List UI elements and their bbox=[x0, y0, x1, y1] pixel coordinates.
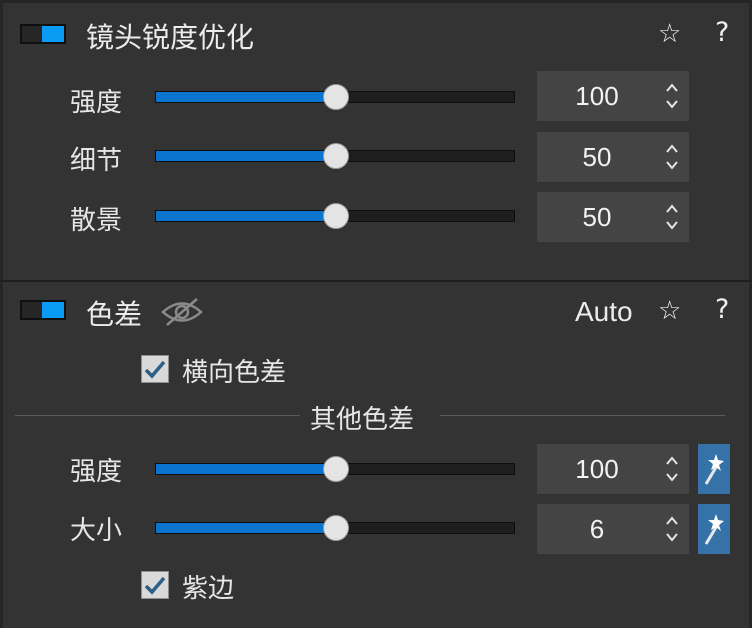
strength-spinbox[interactable]: 100 bbox=[537, 71, 689, 121]
lateral-ca-label: 横向色差 bbox=[182, 358, 287, 388]
strength-slider-thumb[interactable] bbox=[323, 84, 349, 110]
lens-sharpness-toggle[interactable] bbox=[20, 24, 66, 44]
favorite-star-icon[interactable]: ☆ bbox=[658, 298, 681, 324]
other-ca-header: 其他色差 bbox=[310, 405, 415, 435]
ca-size-slider-thumb[interactable] bbox=[323, 515, 349, 541]
help-icon[interactable]: ? bbox=[715, 19, 729, 46]
toggle-knob bbox=[42, 26, 64, 42]
panel-top-border bbox=[0, 0, 752, 3]
purple-fringe-label: 紫边 bbox=[182, 574, 235, 604]
spinner-arrows-icon[interactable] bbox=[665, 202, 679, 232]
panel-left-border bbox=[0, 0, 3, 628]
bokeh-label: 散景 bbox=[70, 206, 123, 236]
bokeh-slider-thumb[interactable] bbox=[323, 203, 349, 229]
lens-sharpness-title: 镜头锐度优化 bbox=[86, 21, 255, 54]
detail-slider-thumb[interactable] bbox=[323, 143, 349, 169]
help-icon[interactable]: ? bbox=[715, 296, 729, 323]
purple-fringe-checkbox[interactable] bbox=[141, 571, 169, 599]
auto-button[interactable]: Auto bbox=[575, 296, 633, 328]
checkmark-icon bbox=[144, 576, 166, 595]
bokeh-slider-fill bbox=[156, 211, 335, 221]
ca-strength-value[interactable]: 100 bbox=[537, 444, 657, 494]
ca-size-spinbox[interactable]: 6 bbox=[537, 504, 689, 554]
ca-size-label: 大小 bbox=[70, 516, 123, 546]
section-divider bbox=[0, 280, 752, 282]
ca-strength-spinbox[interactable]: 100 bbox=[537, 444, 689, 494]
ca-strength-slider-thumb[interactable] bbox=[323, 456, 349, 482]
spinner-arrows-icon[interactable] bbox=[665, 454, 679, 484]
magic-wand-icon[interactable] bbox=[698, 504, 730, 554]
checkmark-icon bbox=[144, 360, 166, 379]
chromatic-aberration-toggle[interactable] bbox=[20, 300, 66, 320]
strength-value[interactable]: 100 bbox=[537, 71, 657, 121]
detail-label: 细节 bbox=[70, 146, 123, 176]
lateral-ca-checkbox[interactable] bbox=[141, 355, 169, 383]
bokeh-spinbox[interactable]: 50 bbox=[537, 192, 689, 242]
detail-slider-fill bbox=[156, 151, 335, 161]
ca-strength-label: 强度 bbox=[70, 457, 123, 487]
ca-size-slider-fill bbox=[156, 523, 335, 533]
detail-spinbox[interactable]: 50 bbox=[537, 132, 689, 182]
magic-wand-icon[interactable] bbox=[698, 444, 730, 494]
favorite-star-icon[interactable]: ☆ bbox=[658, 21, 681, 47]
ca-strength-slider-fill bbox=[156, 464, 335, 474]
bokeh-value[interactable]: 50 bbox=[537, 192, 657, 242]
spinner-arrows-icon[interactable] bbox=[665, 514, 679, 544]
strength-slider-fill bbox=[156, 92, 335, 102]
detail-value[interactable]: 50 bbox=[537, 132, 657, 182]
strength-label: 强度 bbox=[70, 88, 123, 118]
ca-size-value[interactable]: 6 bbox=[537, 504, 657, 554]
chromatic-aberration-title: 色差 bbox=[86, 298, 143, 331]
subsection-rule-left bbox=[15, 415, 300, 416]
spinner-arrows-icon[interactable] bbox=[665, 81, 679, 111]
eye-crossed-icon[interactable] bbox=[160, 296, 204, 328]
toggle-knob bbox=[42, 302, 64, 318]
subsection-rule-right bbox=[440, 415, 725, 416]
spinner-arrows-icon[interactable] bbox=[665, 142, 679, 172]
